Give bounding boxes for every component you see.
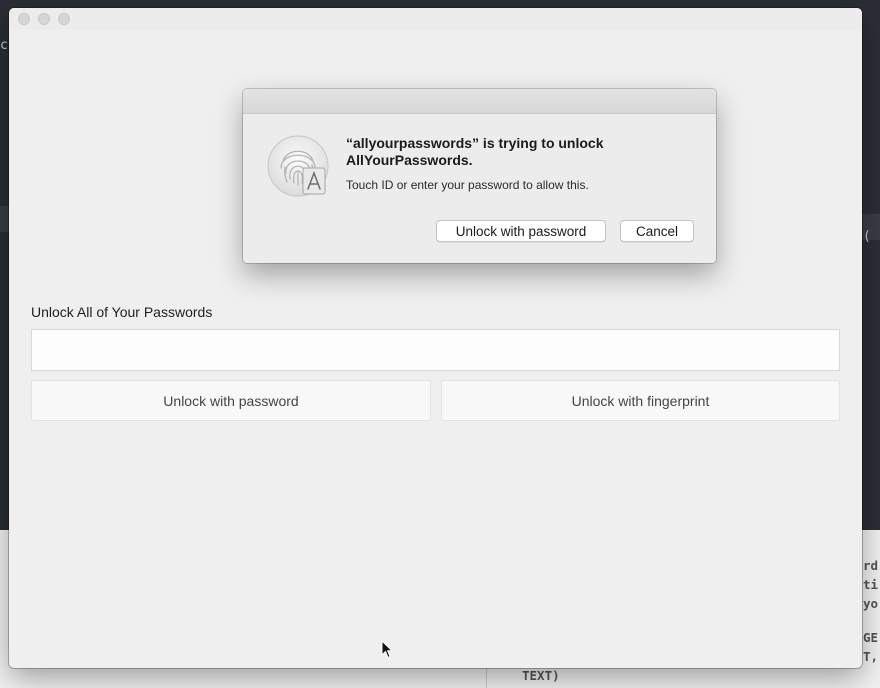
dialog-cancel-button[interactable]: Cancel	[620, 220, 694, 242]
dialog-message: Touch ID or enter your password to allow…	[346, 178, 589, 192]
background-code-line: TEXT)	[522, 668, 560, 683]
dialog-unlock-with-password-button[interactable]: Unlock with password	[436, 220, 606, 242]
password-input[interactable]	[31, 329, 840, 371]
window-zoom-button[interactable]	[58, 13, 70, 25]
mouse-pointer-icon	[381, 640, 393, 659]
window-titlebar[interactable]	[9, 8, 862, 30]
window-close-button[interactable]	[18, 13, 30, 25]
unlock-with-password-button[interactable]: Unlock with password	[31, 380, 431, 421]
background-code-line: ti	[863, 577, 879, 592]
fingerprint-icon	[267, 135, 329, 197]
background-code-line: rd	[863, 558, 879, 573]
app-store-badge-icon	[302, 167, 326, 195]
background-code-line: GE	[863, 630, 879, 645]
dialog-title-line: AllYourPasswords.	[346, 152, 473, 168]
touch-id-dialog: “allyourpasswords” is trying to unlock A…	[243, 89, 716, 263]
dialog-titlebar	[243, 89, 716, 114]
unlock-with-fingerprint-button[interactable]: Unlock with fingerprint	[441, 380, 840, 421]
unlock-form-label: Unlock All of Your Passwords	[31, 304, 213, 320]
dialog-title: “allyourpasswords” is trying to unlock A…	[346, 135, 686, 169]
background-code-line: T,	[863, 649, 879, 664]
window-minimize-button[interactable]	[38, 13, 50, 25]
background-code-fragment-right: ( s	[863, 229, 880, 244]
background-code-fragment-left: c	[0, 38, 8, 53]
background-code-line: yo	[863, 596, 879, 611]
dialog-title-line: “allyourpasswords” is trying to unlock	[346, 135, 604, 151]
